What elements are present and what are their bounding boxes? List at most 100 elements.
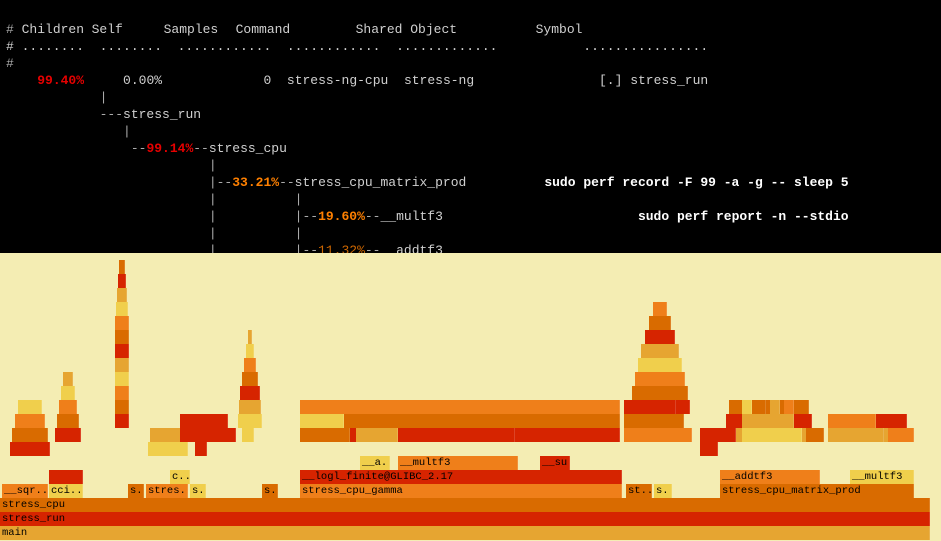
flame-stack-frame[interactable] <box>700 442 718 456</box>
flame-stack-frame[interactable] <box>649 316 671 330</box>
flame-stack-frame[interactable] <box>638 358 682 372</box>
symbol: [.] stress_run <box>599 73 708 88</box>
command: stress-ng-cpu <box>287 73 388 88</box>
flame-stack-frame[interactable] <box>180 428 236 442</box>
flame-stack-frame[interactable] <box>742 400 752 414</box>
flame-stack-frame[interactable] <box>116 302 128 316</box>
flame-frame[interactable]: __sqr.. <box>2 484 48 498</box>
flame-frame[interactable]: stress_cpu_gamma <box>300 484 622 498</box>
flame-stack-frame[interactable] <box>356 428 398 442</box>
flame-stack-frame[interactable] <box>700 428 736 442</box>
flame-frame[interactable]: c.. <box>170 470 190 484</box>
flame-stack-frame[interactable] <box>115 400 129 414</box>
flame-stack-frame[interactable] <box>117 288 127 302</box>
pct-children: 99.40% <box>37 73 84 88</box>
flame-stack-frame[interactable] <box>55 428 81 442</box>
flame-stack-frame[interactable] <box>18 400 42 414</box>
flame-stack-frame[interactable] <box>119 260 125 274</box>
flame-row-stress-run[interactable]: stress_run <box>0 512 930 526</box>
pct-matrix-prod: 33.21% <box>232 175 279 190</box>
flame-stack-frame[interactable] <box>770 400 780 414</box>
flame-stack-frame[interactable] <box>624 428 692 442</box>
flame-frame[interactable] <box>49 470 83 484</box>
flame-stack-frame[interactable] <box>239 400 261 414</box>
comment-record: sudo perf record -F 99 -a -g -- sleep 5 <box>544 175 848 190</box>
flame-frame[interactable]: stres.. <box>146 484 188 498</box>
flame-stack-frame[interactable] <box>115 386 129 400</box>
flame-frame[interactable]: stress_cpu_matrix_prod <box>720 484 914 498</box>
flame-frame[interactable]: __multf3 <box>850 470 914 484</box>
flame-frame[interactable]: cci.. <box>49 484 83 498</box>
flame-row-main[interactable]: main <box>0 526 930 540</box>
flame-stack-frame[interactable] <box>240 386 260 400</box>
flame-stack-frame[interactable] <box>300 428 350 442</box>
flame-stack-frame[interactable] <box>300 414 344 428</box>
flame-stack-frame[interactable] <box>115 372 129 386</box>
header-hash: # <box>6 22 14 37</box>
flame-frame[interactable]: s.. <box>262 484 278 498</box>
flamegraph[interactable]: main stress_run stress_cpu __sqr..cci.. s… <box>0 253 941 541</box>
flame-stack-frame[interactable] <box>242 428 254 442</box>
flame-stack-frame[interactable] <box>61 386 75 400</box>
shared-object: stress-ng <box>404 73 474 88</box>
flame-stack-frame[interactable] <box>784 400 794 414</box>
flame-stack-frame[interactable] <box>645 330 675 344</box>
flame-stack-frame[interactable] <box>115 316 129 330</box>
flame-frame[interactable]: __logl_finite@GLIBC_2.17 <box>300 470 622 484</box>
flame-stack-frame[interactable] <box>148 442 188 456</box>
flame-frame[interactable]: __addtf3 <box>720 470 820 484</box>
flame-stack-frame[interactable] <box>115 414 129 428</box>
flame-frame[interactable]: __su.. <box>540 456 570 470</box>
flame-frame[interactable]: __multf3 <box>398 456 518 470</box>
flame-stack-frame[interactable] <box>415 428 515 442</box>
flame-frame[interactable]: s.. <box>190 484 206 498</box>
flame-stack-frame[interactable] <box>246 344 254 358</box>
flame-stack-frame[interactable] <box>806 428 824 442</box>
flame-frame[interactable]: s.. <box>654 484 672 498</box>
flame-stack-frame[interactable] <box>238 414 262 428</box>
flame-stack-frame[interactable] <box>115 344 129 358</box>
flame-stack-frame[interactable] <box>195 442 207 456</box>
flame-stack-frame[interactable] <box>63 372 73 386</box>
flame-stack-frame[interactable] <box>118 274 126 288</box>
flame-stack-frame[interactable] <box>244 358 256 372</box>
flame-frame[interactable]: st.. <box>626 484 652 498</box>
flame-stack-frame[interactable] <box>653 302 667 316</box>
flame-stack-frame[interactable] <box>624 400 676 414</box>
flame-stack-frame[interactable] <box>57 414 79 428</box>
flame-stack-frame[interactable] <box>756 400 766 414</box>
pct-multf3: 19.60% <box>318 209 365 224</box>
flame-frame[interactable]: __a.. <box>360 456 390 470</box>
header-dots: # ........ ........ ............ .......… <box>6 39 708 54</box>
flame-stack-frame[interactable] <box>300 414 620 428</box>
perf-report-output: # ChildrenSelfSamplesCommandShared Objec… <box>0 0 941 293</box>
flame-stack-frame[interactable] <box>115 330 129 344</box>
flame-stack-frame[interactable] <box>635 372 685 386</box>
pct-stress-cpu: 99.14% <box>146 141 193 156</box>
flame-stack-frame[interactable] <box>624 414 684 428</box>
flame-row-stress-cpu[interactable]: stress_cpu <box>0 498 930 512</box>
pct-self: 0.00% <box>123 73 162 88</box>
flame-stack-frame[interactable] <box>828 414 876 428</box>
flame-stack-frame[interactable] <box>248 330 252 344</box>
flame-stack-frame[interactable] <box>12 428 48 442</box>
fn-stress-cpu: stress_cpu <box>209 141 287 156</box>
flame-stack-frame[interactable] <box>632 386 688 400</box>
flame-stack-frame[interactable] <box>742 414 794 428</box>
flame-stack-frame[interactable] <box>115 358 129 372</box>
flame-frame[interactable]: s.. <box>128 484 144 498</box>
flame-stack-frame[interactable] <box>10 442 50 456</box>
flame-stack-frame[interactable] <box>641 344 679 358</box>
header-columns: ChildrenSelfSamplesCommandShared ObjectS… <box>22 22 583 37</box>
flame-stack-frame[interactable] <box>242 372 258 386</box>
flame-stack-frame[interactable] <box>729 400 809 414</box>
flame-stack-frame[interactable] <box>888 428 914 442</box>
flame-stack-frame[interactable] <box>59 400 77 414</box>
flame-stack-frame[interactable] <box>828 428 884 442</box>
fn-multf3: __multf3 <box>380 209 442 224</box>
flame-stack-frame[interactable] <box>300 400 620 414</box>
flame-stack-frame[interactable] <box>15 414 45 428</box>
flame-stack-frame[interactable] <box>742 428 802 442</box>
fn-stress-run: stress_run <box>123 107 201 122</box>
flame-stack-frame[interactable] <box>180 414 228 428</box>
